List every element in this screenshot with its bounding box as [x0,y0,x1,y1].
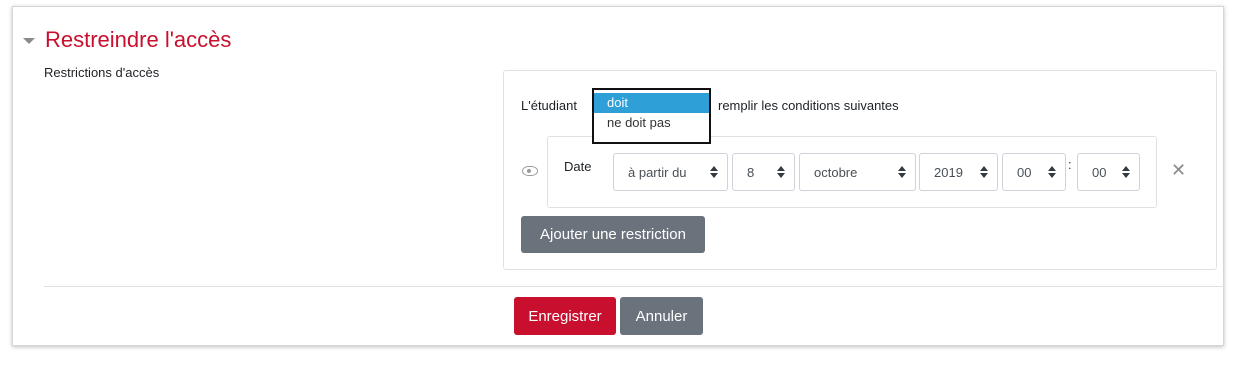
restrictions-container: L'étudiant remplir les conditions suivan… [503,70,1217,270]
select-arrows-icon [1122,166,1130,178]
hour-select[interactable]: 00 [1002,153,1066,191]
select-arrows-icon [1048,166,1056,178]
eye-icon[interactable] [522,166,538,176]
month-value: octobre [814,164,858,180]
direction-select[interactable]: à partir du [613,153,728,191]
dropdown-option-doit[interactable]: doit [594,93,709,113]
day-value: 8 [747,164,755,180]
cancel-button[interactable]: Annuler [620,297,703,335]
year-select[interactable]: 2019 [919,153,998,191]
date-restriction: Date à partir du 8 octobre 2019 00 : 00 [547,136,1157,208]
restrict-access-panel: Restreindre l'accès Restrictions d'accès… [12,6,1224,346]
section-title[interactable]: Restreindre l'accès [45,27,231,53]
condition-prefix: L'étudiant [521,98,577,113]
dropdown-option-ne-doit-pas[interactable]: ne doit pas [594,113,709,133]
time-separator: : [1068,157,1072,172]
month-select[interactable]: octobre [799,153,916,191]
select-arrows-icon [777,166,785,178]
divider [44,286,1224,287]
condition-suffix: remplir les conditions suivantes [718,98,899,113]
direction-value: à partir du [628,164,687,180]
section-header[interactable]: Restreindre l'accès [23,25,231,55]
year-value: 2019 [934,164,963,180]
select-arrows-icon [980,166,988,178]
condition-row: L'étudiant remplir les conditions suivan… [521,98,899,113]
date-label: Date [564,159,592,174]
minute-select[interactable]: 00 [1077,153,1140,191]
add-restriction-button[interactable]: Ajouter une restriction [521,216,705,253]
close-icon[interactable]: ✕ [1171,161,1186,179]
select-arrows-icon [898,166,906,178]
minute-value: 00 [1092,164,1107,180]
condition-dropdown[interactable]: doit ne doit pas [592,88,711,144]
save-button[interactable]: Enregistrer [514,297,616,335]
caret-down-icon[interactable] [23,38,35,44]
day-select[interactable]: 8 [732,153,795,191]
field-label-restrictions: Restrictions d'accès [44,65,160,80]
select-arrows-icon [710,166,718,178]
hour-value: 00 [1017,164,1032,180]
